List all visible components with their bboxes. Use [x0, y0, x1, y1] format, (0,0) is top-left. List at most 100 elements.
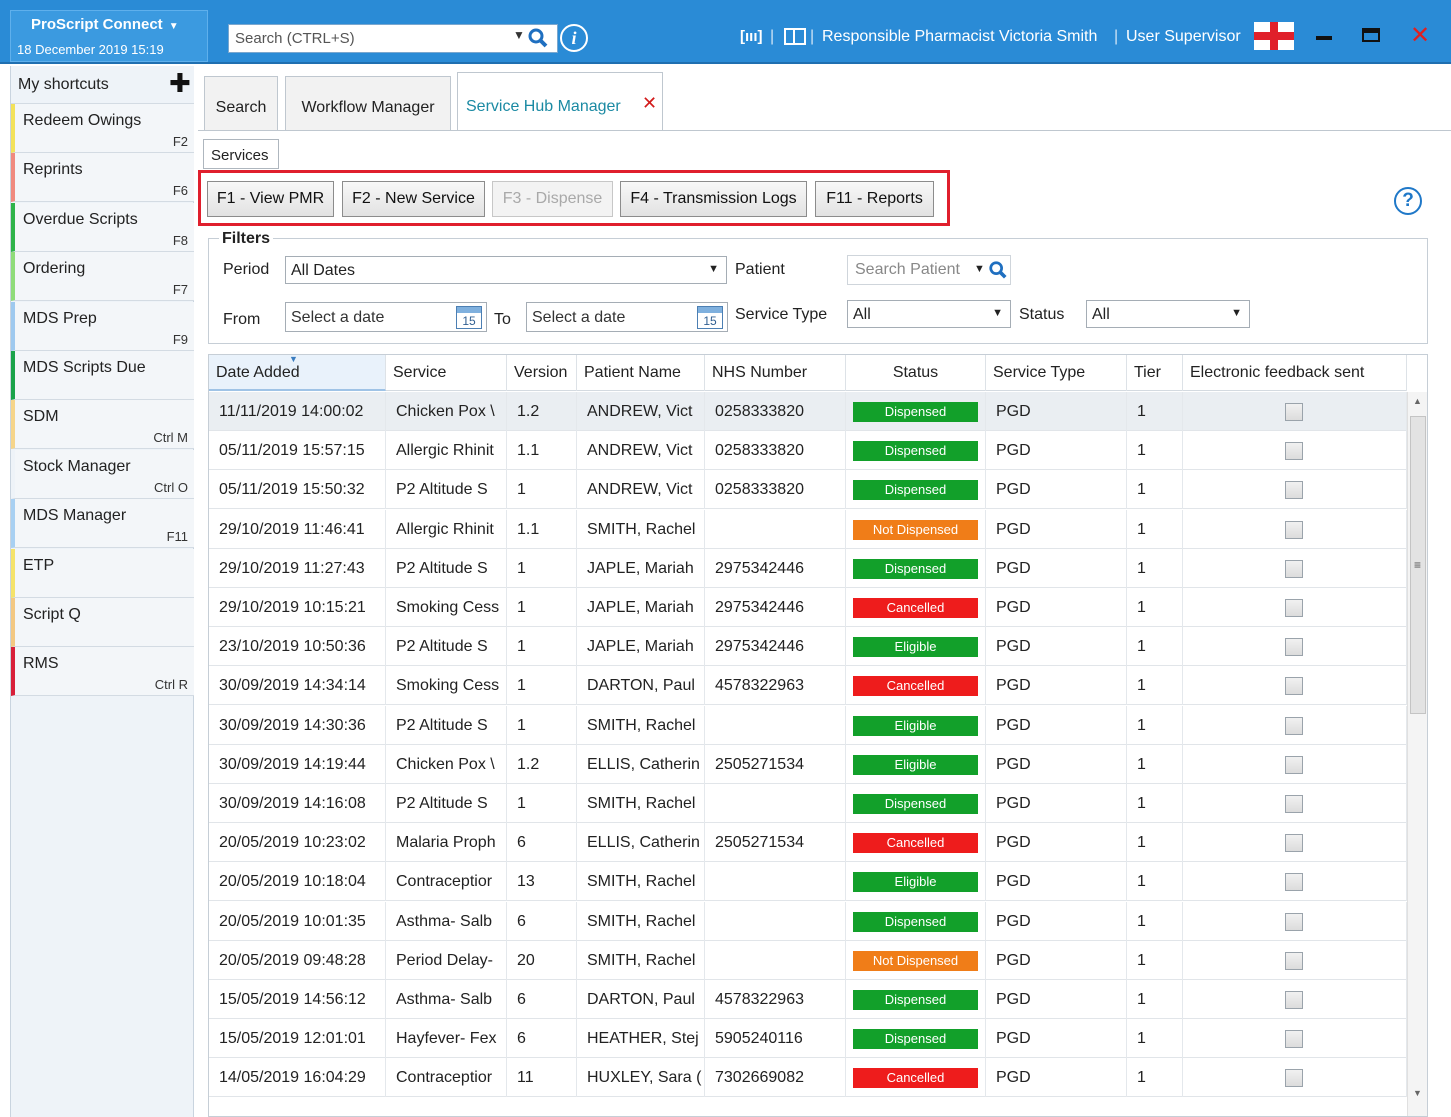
- app-name[interactable]: ProScript Connect ▼: [31, 16, 179, 33]
- feedback-checkbox[interactable]: [1285, 520, 1303, 539]
- vertical-scrollbar[interactable]: ▲ ≡ ▼: [1407, 392, 1427, 1116]
- reports-button[interactable]: F11 - Reports: [815, 181, 934, 217]
- feedback-checkbox[interactable]: [1285, 403, 1303, 421]
- column-header[interactable]: Service: [386, 355, 507, 391]
- tab-service-hub-manager[interactable]: Service Hub Manager ✕: [457, 72, 663, 131]
- table-row[interactable]: 05/11/2019 15:50:32 P2 Altitude S 1 ANDREW,…: [209, 470, 1407, 510]
- service-type-select[interactable]: All ▼: [847, 300, 1011, 328]
- shortcut-item[interactable]: MDS Scripts Due: [11, 351, 194, 400]
- shortcut-item[interactable]: RMS Ctrl R: [11, 647, 194, 697]
- feedback-checkbox[interactable]: [1285, 795, 1303, 813]
- search-icon[interactable]: [527, 27, 549, 49]
- column-header[interactable]: Patient Name: [577, 355, 705, 391]
- table-row[interactable]: 29/10/2019 10:15:21 Smoking Cess 1 JAPLE, M…: [209, 588, 1407, 627]
- table-row[interactable]: 30/09/2019 14:16:08 P2 Altitude S 1 SMITH, …: [209, 784, 1407, 823]
- table-row[interactable]: 15/05/2019 14:56:12 Asthma- Salb 6 DARTON, …: [209, 980, 1407, 1019]
- global-search-input[interactable]: [229, 25, 499, 52]
- status-select[interactable]: All ▼: [1086, 300, 1250, 328]
- column-header[interactable]: NHS Number: [705, 355, 846, 391]
- shortcut-item[interactable]: Script Q: [11, 598, 194, 647]
- maximize-button[interactable]: [1362, 28, 1380, 42]
- scroll-up-icon[interactable]: ▲: [1413, 396, 1422, 406]
- search-icon[interactable]: [988, 260, 1008, 280]
- calendar-icon[interactable]: 15: [697, 306, 723, 329]
- shortcut-item[interactable]: Stock Manager Ctrl O: [11, 449, 194, 499]
- column-header[interactable]: Service Type: [986, 355, 1127, 391]
- help-icon[interactable]: ?: [1394, 187, 1422, 215]
- view-pmr-button[interactable]: F1 - View PMR: [207, 181, 334, 217]
- table-row[interactable]: 29/10/2019 11:27:43 P2 Altitude S 1 JAPLE, …: [209, 548, 1407, 588]
- column-header[interactable]: Tier: [1127, 355, 1183, 391]
- feedback-checkbox[interactable]: [1285, 481, 1303, 500]
- calendar-icon[interactable]: 15: [456, 306, 482, 329]
- table-row[interactable]: 29/10/2019 11:46:41 Allergic Rhinit 1.1 SMI…: [209, 509, 1407, 549]
- current-user[interactable]: User Supervisor: [1126, 28, 1241, 46]
- feedback-checkbox[interactable]: [1285, 755, 1303, 774]
- table-row[interactable]: 20/05/2019 10:18:04 Contraceptior 13 SMITH,…: [209, 862, 1407, 902]
- patient-search-input[interactable]: [848, 256, 968, 284]
- to-date-picker[interactable]: Select a date 15: [526, 302, 728, 332]
- global-search[interactable]: ▼: [228, 24, 558, 53]
- responsible-pharmacist[interactable]: Responsible Pharmacist Victoria Smith: [822, 28, 1097, 46]
- feedback-checkbox[interactable]: [1285, 1030, 1303, 1049]
- table-row[interactable]: 30/09/2019 14:34:14 Smoking Cess 1 DARTON, …: [209, 666, 1407, 706]
- table-row[interactable]: 30/09/2019 14:19:44 Chicken Pox \ 1.2 ELLIS…: [209, 744, 1407, 784]
- shortcut-item[interactable]: SDM Ctrl M: [11, 400, 194, 450]
- shortcut-item[interactable]: MDS Manager F11: [11, 499, 194, 549]
- subtab-services[interactable]: Services: [203, 139, 279, 169]
- column-header[interactable]: Electronic feedback sent: [1183, 355, 1407, 391]
- table-row[interactable]: 20/05/2019 10:01:35 Asthma- Salb 6 SMITH, R…: [209, 901, 1407, 941]
- column-header[interactable]: Date Added ▼: [209, 355, 386, 391]
- close-window-button[interactable]: ✕: [1408, 22, 1432, 50]
- shortcut-item[interactable]: Overdue Scripts F8: [11, 202, 194, 252]
- feedback-checkbox[interactable]: [1285, 677, 1303, 696]
- from-date-picker[interactable]: Select a date 15: [285, 302, 487, 332]
- feedback-checkbox[interactable]: [1285, 716, 1303, 735]
- table-row[interactable]: 20/05/2019 10:23:02 Malaria Proph 6 ELLIS, …: [209, 823, 1407, 863]
- close-tab-icon[interactable]: ✕: [642, 93, 657, 114]
- table-row[interactable]: 11/11/2019 14:00:02 Chicken Pox \ 1.2 ANDRE…: [209, 392, 1407, 431]
- patient-dropdown-icon[interactable]: ▼: [974, 263, 985, 275]
- patient-search[interactable]: ▼: [847, 255, 1011, 285]
- table-row[interactable]: 20/05/2019 09:48:28 Period Delay- 20 SMITH,…: [209, 940, 1407, 980]
- add-shortcut-icon[interactable]: ✚: [169, 68, 191, 99]
- column-header[interactable]: Status: [846, 355, 986, 391]
- shortcut-item[interactable]: Redeem Owings F2: [11, 104, 194, 153]
- table-row[interactable]: 23/10/2019 10:50:36 P2 Altitude S 1 JAPLE, …: [209, 627, 1407, 667]
- shortcut-item[interactable]: Ordering F7: [11, 252, 194, 302]
- info-icon[interactable]: i: [560, 24, 588, 52]
- dispense-button[interactable]: F3 - Dispense: [492, 181, 613, 217]
- tab-workflow-manager[interactable]: Workflow Manager: [285, 76, 451, 130]
- column-header[interactable]: Version: [507, 355, 577, 391]
- barcode-icon[interactable]: [ııı]: [740, 28, 763, 45]
- id-card-icon[interactable]: [784, 28, 806, 45]
- table-row[interactable]: 15/05/2019 12:01:01 Hayfever- Fex 6 HEATHER…: [209, 1019, 1407, 1059]
- feedback-cell: [1183, 666, 1407, 706]
- feedback-checkbox[interactable]: [1285, 912, 1303, 931]
- scroll-down-icon[interactable]: ▼: [1413, 1088, 1422, 1098]
- new-service-button[interactable]: F2 - New Service: [342, 181, 485, 217]
- feedback-checkbox[interactable]: [1285, 991, 1303, 1009]
- feedback-checkbox[interactable]: [1285, 1069, 1303, 1088]
- table-row[interactable]: 14/05/2019 16:04:29 Contraceptior 11 HUXLEY…: [209, 1058, 1407, 1098]
- tab-search[interactable]: Search: [204, 76, 278, 130]
- england-flag-icon[interactable]: [1254, 22, 1294, 50]
- feedback-checkbox[interactable]: [1285, 638, 1303, 657]
- feedback-checkbox[interactable]: [1285, 873, 1303, 892]
- transmission-logs-button[interactable]: F4 - Transmission Logs: [620, 181, 807, 217]
- search-dropdown-icon[interactable]: ▼: [513, 28, 525, 42]
- feedback-checkbox[interactable]: [1285, 951, 1303, 970]
- feedback-checkbox[interactable]: [1285, 442, 1303, 461]
- feedback-checkbox[interactable]: [1285, 834, 1303, 853]
- shortcut-item[interactable]: ETP: [11, 548, 194, 598]
- app-menu[interactable]: ProScript Connect ▼ 18 December 2019 15:1…: [10, 10, 208, 62]
- feedback-checkbox[interactable]: [1285, 559, 1303, 578]
- shortcut-item[interactable]: Reprints F6: [11, 153, 194, 203]
- shortcut-item[interactable]: MDS Prep F9: [11, 301, 194, 351]
- scroll-thumb[interactable]: ≡: [1410, 416, 1426, 714]
- table-row[interactable]: 05/11/2019 15:57:15 Allergic Rhinit 1.1 AND…: [209, 431, 1407, 471]
- feedback-checkbox[interactable]: [1285, 599, 1303, 617]
- period-select[interactable]: All Dates ▼: [285, 256, 727, 284]
- minimize-button[interactable]: [1314, 30, 1334, 44]
- table-row[interactable]: 30/09/2019 14:30:36 P2 Altitude S 1 SMITH, …: [209, 705, 1407, 745]
